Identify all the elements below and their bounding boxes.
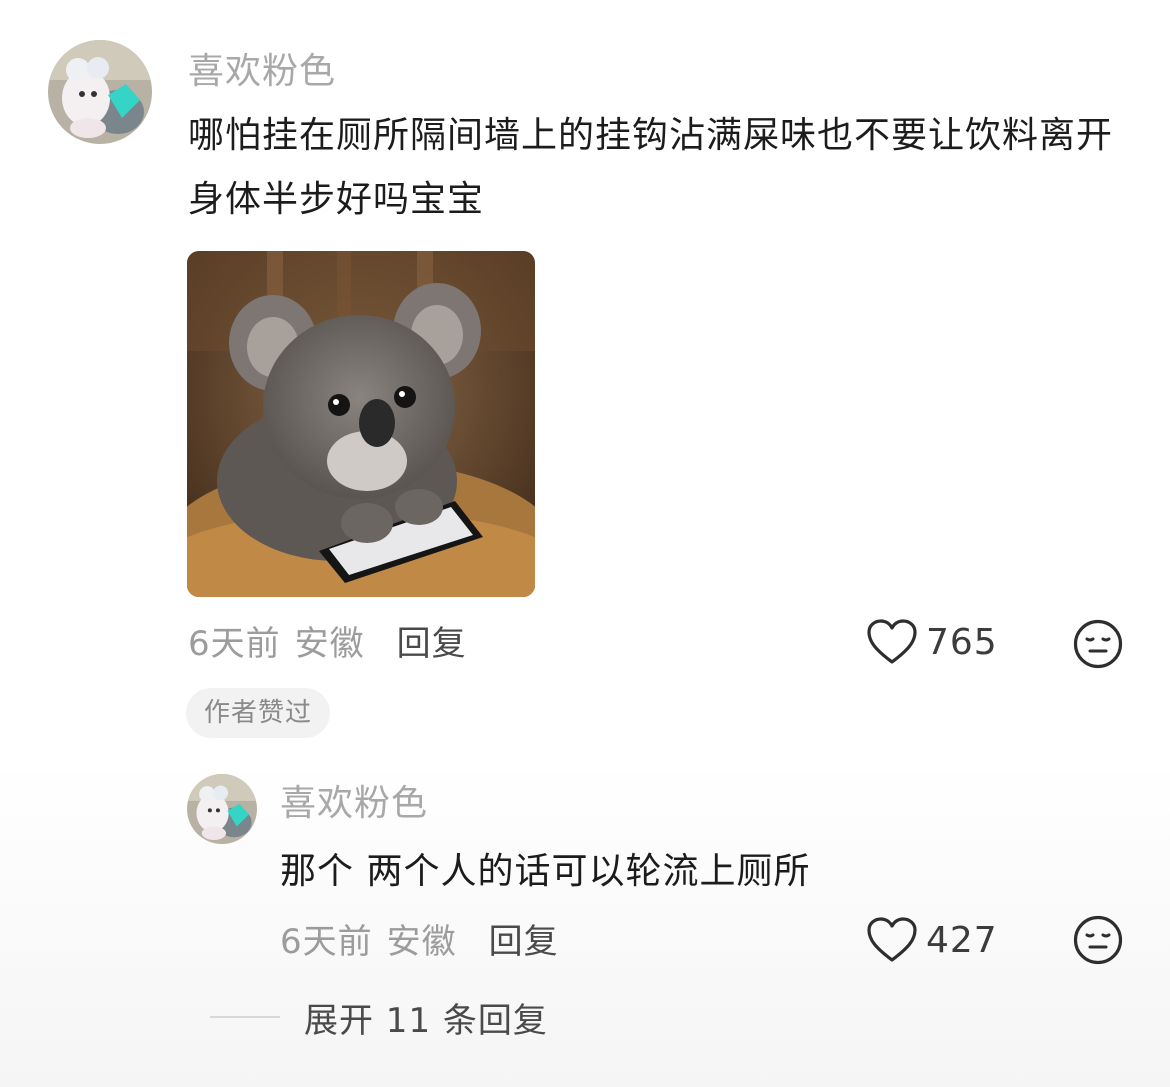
- reply-username[interactable]: 喜欢粉色: [280, 784, 428, 824]
- like-count: 765: [926, 621, 998, 663]
- neutral-face-icon: [1073, 619, 1123, 669]
- dislike-button[interactable]: [1072, 618, 1124, 670]
- reply-button[interactable]: 回复: [397, 616, 467, 665]
- heart-outline-icon: [867, 917, 917, 962]
- reply-like-count: 427: [926, 919, 998, 961]
- reply-user-avatar[interactable]: [187, 774, 257, 844]
- plush-toy-avatar-icon: [187, 774, 257, 844]
- comment-time: 6天前: [188, 623, 281, 664]
- expand-replies-label: 展开 11 条回复: [304, 1000, 548, 1041]
- plush-toy-avatar-icon: [48, 40, 152, 144]
- neutral-face-icon: [1073, 915, 1123, 965]
- koala-sticker-image[interactable]: [187, 251, 535, 597]
- reply-dislike-button[interactable]: [1072, 914, 1124, 966]
- reply-location: 安徽: [386, 921, 457, 962]
- reply-time: 6天前: [280, 921, 373, 962]
- author-liked-badge: 作者赞过: [186, 688, 331, 738]
- reply-meta: 6天前 安徽 回复: [280, 914, 559, 963]
- comment-username[interactable]: 喜欢粉色: [188, 52, 336, 92]
- expand-replies-button[interactable]: 展开 11 条回复: [210, 995, 548, 1041]
- comment-text: 哪怕挂在厕所隔间墙上的挂钩沾满屎味也不要让饮料离开身体半步好吗宝宝: [188, 115, 1114, 220]
- comment-meta: 6天前 安徽 回复: [188, 616, 467, 665]
- heart-outline-icon: [867, 619, 917, 664]
- reply-reply-button[interactable]: 回复: [489, 914, 559, 963]
- reply-like-button[interactable]: 427: [866, 914, 998, 966]
- like-button[interactable]: 765: [866, 616, 998, 668]
- expand-divider: [210, 1016, 280, 1018]
- comment-location: 安徽: [294, 623, 365, 664]
- koala-with-phone-sticker-icon: [187, 251, 535, 597]
- reply-text: 那个 两个人的话可以轮流上厕所: [280, 851, 811, 892]
- user-avatar[interactable]: [48, 40, 152, 144]
